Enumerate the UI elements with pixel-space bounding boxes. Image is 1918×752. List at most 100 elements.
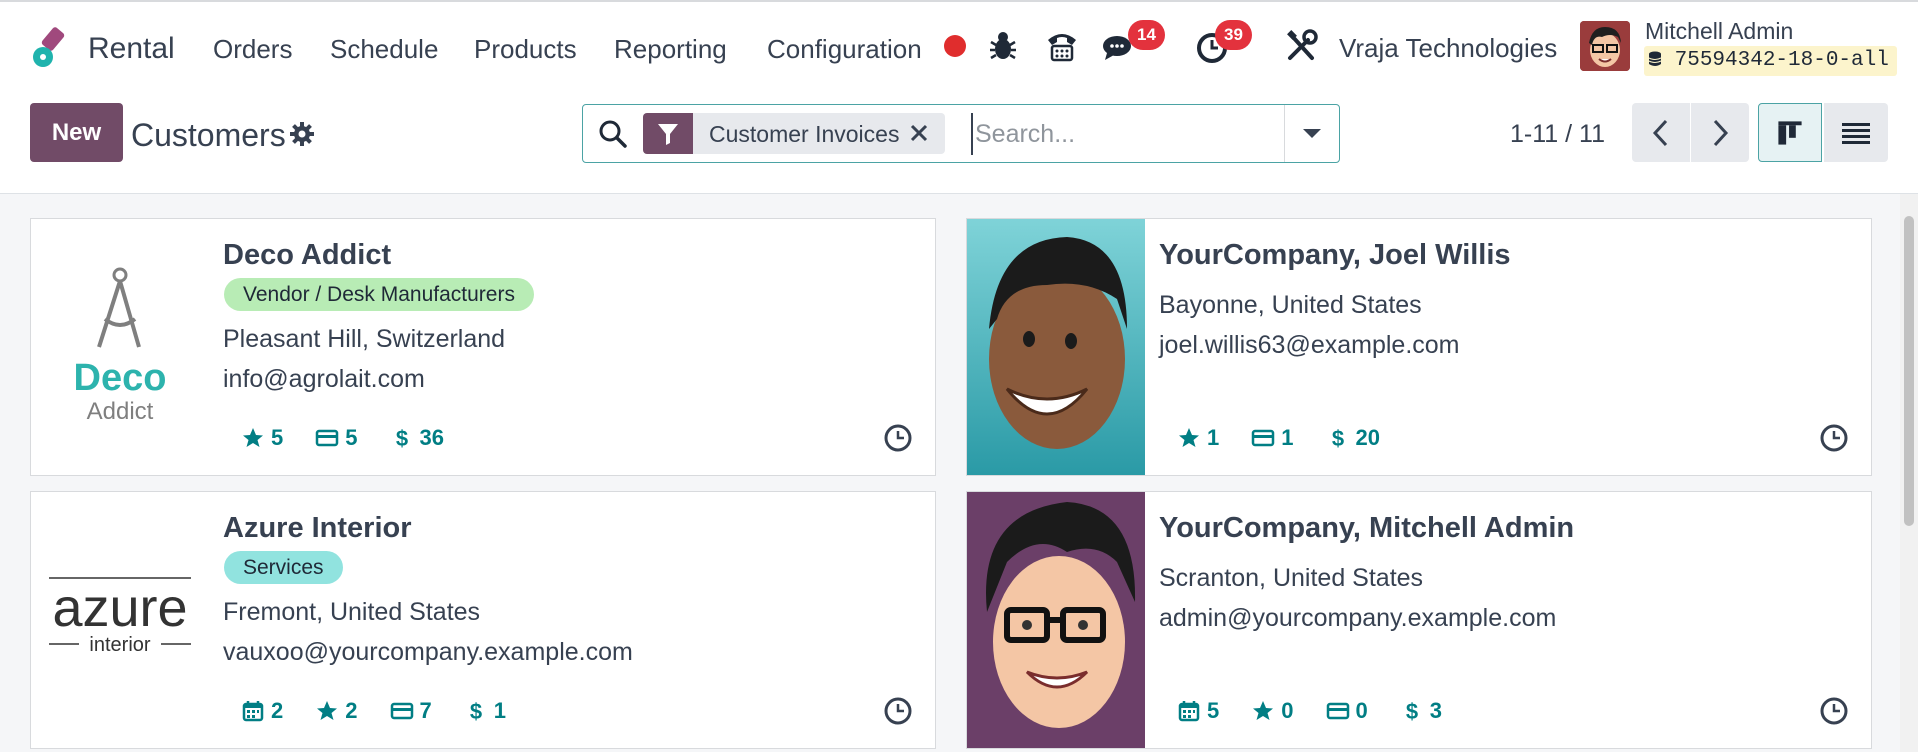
svg-text:$: $: [470, 699, 482, 723]
menu-configuration[interactable]: Configuration: [767, 34, 922, 65]
rental-app-icon[interactable]: [28, 24, 76, 72]
rental-count: 2: [271, 698, 284, 723]
rating-count: 0: [1281, 698, 1294, 723]
card-stats: 1 1 $20: [1177, 423, 1380, 453]
pager-next-button[interactable]: [1691, 103, 1749, 162]
rating-stat[interactable]: 1: [1177, 425, 1219, 451]
kanban-card[interactable]: azure interior Azure Interior Services F…: [30, 491, 936, 749]
customer-email: admin@yourcompany.example.com: [1159, 604, 1557, 632]
contact-avatar: [967, 492, 1145, 748]
gear-icon[interactable]: [288, 120, 316, 148]
activity-clock-icon[interactable]: [1819, 696, 1849, 726]
invoice-stat[interactable]: 0: [1326, 698, 1368, 724]
credit-card-icon: [316, 429, 339, 447]
dollar-icon: $: [395, 426, 407, 450]
invoice-stat[interactable]: 5: [315, 425, 358, 451]
list-view-button[interactable]: [1824, 103, 1888, 162]
search-facet[interactable]: Customer Invoices: [693, 113, 945, 154]
search-options-toggle[interactable]: [1284, 105, 1339, 162]
phone-icon[interactable]: [1042, 26, 1082, 66]
status-dot[interactable]: [944, 35, 966, 57]
messages-badge: 14: [1128, 20, 1165, 50]
credit-card-icon: [1326, 702, 1349, 720]
sales-count: 1: [493, 698, 506, 723]
chevron-right-icon: [1713, 119, 1729, 147]
close-icon[interactable]: [907, 121, 931, 145]
activity-clock-icon[interactable]: [883, 696, 913, 726]
scrollbar[interactable]: [1900, 194, 1918, 752]
sales-stat[interactable]: $3: [1400, 698, 1442, 724]
sales-stat[interactable]: $20: [1326, 425, 1380, 451]
invoice-stat[interactable]: 1: [1251, 425, 1294, 451]
rating-stat[interactable]: 5: [241, 425, 283, 451]
tools-icon[interactable]: [1282, 26, 1322, 66]
caret-down-icon: [1303, 129, 1321, 138]
dollar-icon: $: [1406, 699, 1418, 723]
menu-orders[interactable]: Orders: [213, 34, 292, 65]
card-stats: 2 2 7 $1: [241, 696, 506, 726]
customer-name[interactable]: YourCompany, Mitchell Admin: [1159, 512, 1574, 545]
menu-products[interactable]: Products: [474, 34, 577, 65]
star-icon: [317, 701, 338, 720]
logo-text-deco: Deco: [74, 357, 167, 399]
customer-name[interactable]: Azure Interior: [223, 512, 412, 545]
invoice-count: 1: [1281, 425, 1294, 450]
star-icon: [1253, 701, 1274, 720]
kanban-card[interactable]: Deco Addict Deco Addict Vendor / Desk Ma…: [30, 218, 936, 476]
customer-location: Pleasant Hill, Switzerland: [223, 325, 506, 353]
pager-previous-button[interactable]: [1632, 103, 1690, 162]
menu-reporting[interactable]: Reporting: [614, 34, 727, 65]
customer-name[interactable]: YourCompany, Joel Willis: [1159, 239, 1511, 272]
sales-stat[interactable]: $1: [464, 698, 506, 724]
page-title: Customers: [131, 117, 286, 153]
rating-stat[interactable]: 2: [315, 698, 358, 724]
main-navbar: Rental Orders Schedule Products Reportin…: [0, 2, 1918, 90]
customer-email: vauxoo@yourcompany.example.com: [223, 638, 633, 666]
rental-stat[interactable]: 5: [1177, 698, 1219, 724]
customer-email: info@agrolait.com: [223, 365, 425, 393]
app-name[interactable]: Rental: [88, 32, 175, 66]
kanban-content: Deco Addict Deco Addict Vendor / Desk Ma…: [0, 194, 1900, 752]
rating-count: 1: [1207, 425, 1220, 450]
user-name[interactable]: Mitchell Admin: [1645, 18, 1793, 45]
bug-icon[interactable]: [985, 26, 1021, 66]
rating-stat[interactable]: 0: [1251, 698, 1294, 724]
kanban-view-button[interactable]: [1758, 103, 1822, 162]
search-input[interactable]: [971, 113, 1307, 155]
menu-schedule[interactable]: Schedule: [330, 34, 438, 65]
dollar-icon: $: [1331, 426, 1343, 450]
calendar-icon: [1178, 701, 1200, 722]
user-avatar[interactable]: [1580, 21, 1630, 71]
pager-value[interactable]: 1-11 / 11: [1510, 120, 1605, 149]
credit-card-icon: [1252, 429, 1275, 447]
credit-card-icon: [390, 702, 413, 720]
activity-clock-icon[interactable]: [1819, 423, 1849, 453]
activities-badge: 39: [1215, 20, 1252, 50]
card-stats: 5 0 0 $3: [1177, 696, 1442, 726]
scrollbar-thumb[interactable]: [1904, 216, 1914, 526]
svg-text:$: $: [1331, 426, 1343, 450]
logo-text-interior: interior: [89, 634, 150, 656]
customer-location: Bayonne, United States: [1159, 291, 1422, 319]
sales-stat[interactable]: $36: [390, 425, 444, 451]
company-switcher[interactable]: Vraja Technologies: [1339, 33, 1557, 64]
database-name: 75594342-18-0-all: [1674, 49, 1889, 72]
kanban-icon: [1778, 121, 1802, 145]
activity-clock-icon[interactable]: [883, 423, 913, 453]
new-button[interactable]: New: [30, 103, 123, 162]
calendar-icon: [242, 701, 264, 722]
filter-icon: [643, 113, 693, 154]
kanban-card[interactable]: YourCompany, Joel Willis Bayonne, United…: [966, 218, 1872, 476]
invoice-count: 5: [345, 425, 358, 450]
kanban-card[interactable]: YourCompany, Mitchell Admin Scranton, Un…: [966, 491, 1872, 749]
invoice-stat[interactable]: 7: [390, 698, 432, 724]
dollar-icon: $: [470, 699, 482, 723]
search-bar[interactable]: Customer Invoices: [582, 104, 1340, 163]
database-icon: [1648, 51, 1662, 66]
customer-name[interactable]: Deco Addict: [223, 239, 391, 272]
search-icon[interactable]: [597, 118, 629, 150]
category-tag: Vendor / Desk Manufacturers: [224, 278, 534, 311]
star-icon: [243, 428, 263, 447]
list-icon: [1842, 123, 1870, 144]
rental-stat[interactable]: 2: [241, 698, 283, 724]
